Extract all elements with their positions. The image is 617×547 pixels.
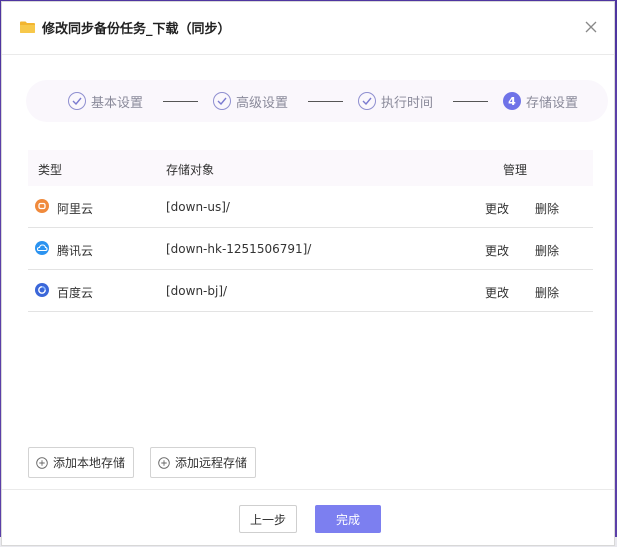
check-icon <box>68 92 86 110</box>
table-header: 类型 存储对象 管理 <box>28 150 593 186</box>
wizard-steps: 基本设置 高级设置 执行时间 4 存储设置 <box>26 80 608 122</box>
delete-button[interactable]: 删除 <box>535 200 559 217</box>
table-row: 百度云 [down-bj]/ 更改 删除 <box>28 270 593 312</box>
storage-table: 类型 存储对象 管理 阿里云 [down-us]/ 更改 删除 腾讯云 [dow… <box>28 150 593 312</box>
close-button[interactable] <box>580 16 602 38</box>
column-header-target: 存储对象 <box>166 163 215 177</box>
previous-step-button[interactable]: 上一步 <box>239 505 297 533</box>
storage-target: [down-us]/ <box>166 200 230 214</box>
edit-button[interactable]: 更改 <box>485 242 509 259</box>
footer-divider <box>2 489 614 490</box>
close-icon <box>585 21 597 33</box>
plus-circle-icon <box>36 456 48 469</box>
delete-button[interactable]: 删除 <box>535 284 559 301</box>
add-remote-storage-button[interactable]: 添加远程存储 <box>150 447 257 478</box>
add-local-label: 添加本地存储 <box>53 456 126 470</box>
storage-target: [down-bj]/ <box>166 284 228 298</box>
check-icon <box>358 92 376 110</box>
provider-name: 腾讯云 <box>57 244 94 258</box>
add-local-storage-button[interactable]: 添加本地存储 <box>28 447 135 478</box>
check-icon <box>213 92 231 110</box>
baidu-cloud-icon <box>35 283 49 297</box>
step-schedule[interactable]: 执行时间 <box>358 80 433 122</box>
add-remote-label: 添加远程存储 <box>175 456 248 470</box>
step-label: 执行时间 <box>381 95 434 111</box>
tencent-cloud-icon <box>35 241 49 255</box>
dialog-title: 修改同步备份任务_下载（同步） <box>42 22 231 37</box>
folder-icon <box>20 21 35 33</box>
column-header-type: 类型 <box>38 163 63 177</box>
column-header-manage: 管理 <box>503 163 528 177</box>
table-row: 腾讯云 [down-hk-1251506791]/ 更改 删除 <box>28 228 593 270</box>
step-basic-settings[interactable]: 基本设置 <box>68 80 143 122</box>
step-label: 高级设置 <box>236 95 289 111</box>
finish-button[interactable]: 完成 <box>315 505 381 533</box>
table-row: 阿里云 [down-us]/ 更改 删除 <box>28 186 593 228</box>
step-storage-settings[interactable]: 4 存储设置 <box>503 80 578 122</box>
provider-name: 阿里云 <box>57 202 94 216</box>
step-connector <box>308 101 343 102</box>
dialog-header: 修改同步备份任务_下载（同步） <box>2 2 614 55</box>
step-label: 基本设置 <box>91 95 144 111</box>
edit-button[interactable]: 更改 <box>485 200 509 217</box>
plus-circle-icon <box>158 456 170 469</box>
step-connector <box>163 101 198 102</box>
storage-target: [down-hk-1251506791]/ <box>166 242 312 256</box>
aliyun-icon <box>35 199 49 213</box>
step-advanced-settings[interactable]: 高级设置 <box>213 80 288 122</box>
step-connector <box>453 101 488 102</box>
step-number: 4 <box>503 92 521 110</box>
step-label: 存储设置 <box>526 95 579 111</box>
edit-button[interactable]: 更改 <box>485 284 509 301</box>
edit-sync-task-dialog: 修改同步备份任务_下载（同步） 基本设置 高级设置 执行时间 4 存储设置 类型… <box>1 1 615 546</box>
delete-button[interactable]: 删除 <box>535 242 559 259</box>
provider-name: 百度云 <box>57 286 94 300</box>
